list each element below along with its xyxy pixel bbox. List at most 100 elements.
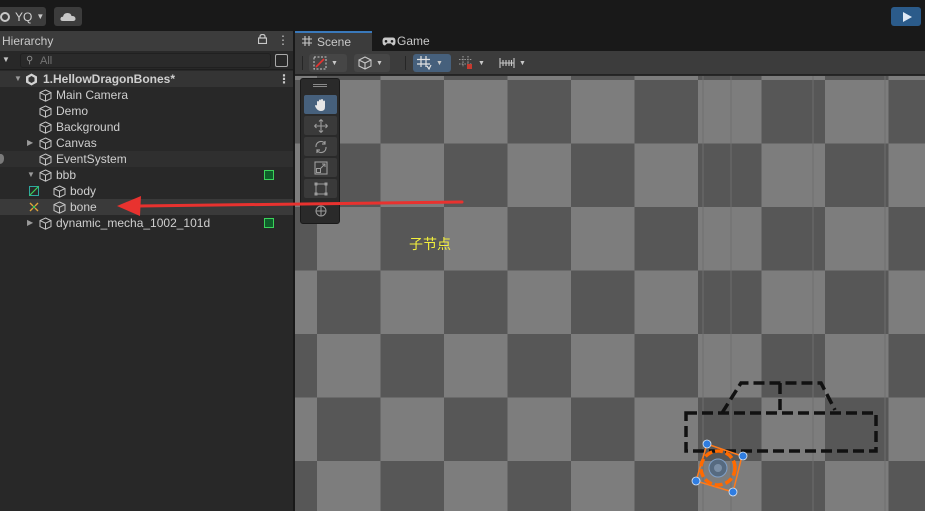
hierarchy-item-bbb[interactable]: ▼ bbb <box>0 167 293 183</box>
hierarchy-item-dynamic-mecha[interactable]: ▶ dynamic_mecha_1002_101d <box>0 215 293 231</box>
rotate-tool-button[interactable] <box>304 137 337 156</box>
ruler-dropdown[interactable]: ▼ <box>495 54 531 72</box>
hierarchy-search[interactable]: ⚲ <box>20 53 271 68</box>
grid-toggle-dropdown[interactable]: ▼ <box>413 54 451 72</box>
scene-tool-palette <box>300 78 340 224</box>
hierarchy-item-label: body <box>70 184 97 198</box>
toolbar-separator <box>302 56 303 70</box>
tab-game[interactable]: Game <box>375 31 445 51</box>
gameobject-cube-icon <box>39 121 52 134</box>
lock-icon[interactable] <box>258 34 267 44</box>
chevron-down-icon: ▼ <box>331 59 338 67</box>
chevron-down-icon: ▼ <box>478 59 485 67</box>
rect-tool-button[interactable] <box>304 179 337 198</box>
cube-shaded-icon <box>358 56 372 70</box>
tab-scene-label: Scene <box>317 35 352 49</box>
scene-panel: Scene Game ▼ ▼ ▼ ▼ ▼ <box>295 31 925 511</box>
hierarchy-item-main-camera[interactable]: Main Camera <box>0 87 293 103</box>
scene-tabbar: Scene Game <box>295 31 925 51</box>
hierarchy-item-label: bbb <box>56 168 77 182</box>
scene-grid <box>702 76 886 511</box>
rect-transform-icon <box>314 182 327 195</box>
hand-tool-button[interactable] <box>304 95 337 114</box>
chevron-down-icon: ▼ <box>36 12 45 21</box>
gameobject-cube-icon <box>39 153 52 166</box>
chevron-down-icon: ▼ <box>436 59 443 67</box>
scene-name: 1.HellowDragonBones* <box>43 72 176 86</box>
expand-arrow-icon[interactable]: ▼ <box>27 167 35 183</box>
dragonbones-component-icon <box>264 218 274 228</box>
cloud-button[interactable] <box>54 7 82 26</box>
scale-tool-button[interactable] <box>304 158 337 177</box>
hierarchy-item-body[interactable]: body <box>0 183 293 199</box>
snap-dropdown[interactable]: ▼ <box>455 54 493 72</box>
tab-hierarchy[interactable]: Hierarchy <box>0 31 293 51</box>
chevron-down-icon: ▼ <box>519 59 526 67</box>
gameobject-cube-icon <box>53 185 66 198</box>
tab-scene[interactable]: Scene <box>295 31 372 51</box>
draw-mode-dropdown[interactable]: ▼ <box>309 54 347 72</box>
rotate-icon <box>314 140 327 153</box>
gameobject-cube-icon <box>39 169 52 182</box>
account-icon <box>0 11 10 22</box>
main-toolbar: YQ ▼ <box>0 0 925 31</box>
hierarchy-item-bone[interactable]: bone <box>0 199 293 215</box>
scene-row[interactable]: ▼ 1.HellowDragonBones* ⋮ <box>0 71 293 87</box>
kebab-menu-icon[interactable]: ⋮ <box>278 71 290 87</box>
search-input[interactable] <box>40 54 260 67</box>
gameobject-cube-icon <box>39 137 52 150</box>
bone-icon <box>29 202 39 212</box>
hierarchy-item-eventsystem[interactable]: EventSystem <box>0 151 293 167</box>
account-dropdown[interactable]: YQ ▼ <box>0 7 46 26</box>
expand-arrow-icon[interactable]: ▶ <box>27 215 33 231</box>
mesh-icon <box>29 186 39 196</box>
create-dropdown-icon[interactable]: ▼ <box>2 55 10 64</box>
move-arrows-icon <box>313 118 328 133</box>
visibility-icon[interactable] <box>0 154 4 164</box>
hierarchy-item-demo[interactable]: Demo <box>0 103 293 119</box>
draw-mode-icon <box>313 56 327 70</box>
toolbar-separator <box>405 56 406 70</box>
transform-combined-icon <box>315 205 326 216</box>
hierarchy-item-label: Background <box>56 120 121 134</box>
expand-arrow-icon[interactable]: ▶ <box>27 135 33 151</box>
unity-scene-icon <box>26 73 37 86</box>
scale-icon <box>313 160 328 175</box>
hierarchy-panel: Hierarchy ⋮ ▼ ⚲ ▼ 1.HellowDragonBones* ⋮ <box>0 31 293 511</box>
hierarchy-item-label: Canvas <box>56 136 97 150</box>
tab-game-label: Game <box>397 34 430 48</box>
search-icon: ⚲ <box>26 55 34 66</box>
hierarchy-title: Hierarchy <box>2 34 54 48</box>
hierarchy-tabbar: Hierarchy ⋮ <box>0 31 293 51</box>
hierarchy-item-label: bone <box>70 200 97 214</box>
transform-tool-button[interactable] <box>304 200 337 219</box>
search-by-type-icon[interactable] <box>275 54 288 67</box>
grid-snap-icon <box>417 56 432 70</box>
hand-icon <box>314 98 325 111</box>
hierarchy-item-label: dynamic_mecha_1002_101d <box>56 216 211 230</box>
cloud-icon <box>60 12 76 21</box>
hierarchy-search-row: ▼ ⚲ <box>0 51 293 70</box>
gameobject-cube-icon <box>39 105 52 118</box>
hash-grid-icon <box>302 36 312 46</box>
gamepad-icon <box>382 37 396 46</box>
render-mode-dropdown[interactable]: ▼ <box>354 54 390 72</box>
dragonbones-component-icon <box>264 170 274 180</box>
play-button[interactable] <box>891 7 921 26</box>
expand-arrow-icon[interactable]: ▼ <box>14 71 22 87</box>
play-icon <box>902 11 912 22</box>
gameobject-cube-icon <box>53 201 66 214</box>
kebab-menu-icon[interactable]: ⋮ <box>277 33 289 47</box>
hierarchy-item-canvas[interactable]: ▶ Canvas <box>0 135 293 151</box>
hierarchy-item-label: Demo <box>56 104 89 118</box>
move-tool-button[interactable] <box>304 116 337 135</box>
annotation-child-node-label: 子节点 <box>409 237 451 253</box>
gameobject-cube-icon <box>39 89 52 102</box>
scene-toolbar: ▼ ▼ ▼ ▼ ▼ <box>295 51 925 75</box>
hierarchy-item-background[interactable]: Background <box>0 119 293 135</box>
snap-increment-icon <box>459 56 472 69</box>
hierarchy-item-label: Main Camera <box>56 88 129 102</box>
account-label: YQ <box>15 9 33 24</box>
scene-viewport[interactable] <box>295 76 925 511</box>
drag-handle-icon[interactable] <box>313 84 327 87</box>
